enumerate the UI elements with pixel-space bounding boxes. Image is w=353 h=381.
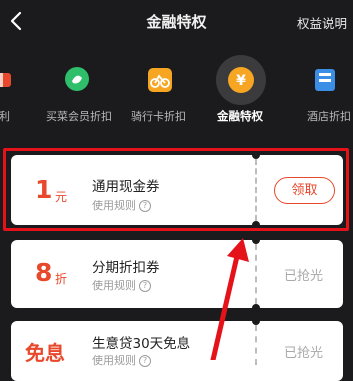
- coupon-card-loan: 免息 生意贷30天免息 使用规则? 已抢光: [11, 317, 343, 381]
- coupon-rule-label: 使用规则: [92, 354, 136, 367]
- coupon-notch-bottom: [252, 304, 260, 312]
- gift-icon: [0, 73, 11, 87]
- coupon-rule-label: 使用规则: [92, 279, 136, 292]
- coupon-notch-top: [252, 317, 260, 325]
- coupon-name: 分期折扣券: [92, 260, 160, 276]
- bicycle-icon: [148, 68, 172, 92]
- coupon-divider: [255, 244, 257, 304]
- coupon-amount: 免息: [25, 341, 65, 365]
- svg-text:¥: ¥: [236, 73, 246, 89]
- category-hotel-label: 酒店折扣: [307, 110, 351, 123]
- question-icon: ?: [139, 355, 151, 367]
- benefit-category-bar: 福利 买菜会员折扣 骑行卡折扣 ¥ 金融特权: [0, 52, 353, 132]
- header: 金融特权 权益说明: [0, 0, 353, 44]
- coupon-name: 生意贷30天免息: [92, 336, 191, 352]
- sold-out-status: 已抢光: [284, 269, 324, 284]
- coupon-unit: 折: [55, 272, 68, 286]
- category-welfare-label: 福利: [0, 110, 10, 123]
- coupon-divider: [255, 325, 257, 365]
- category-bike-label: 骑行卡折扣: [131, 110, 186, 123]
- category-finance-label: 金融特权: [217, 109, 263, 123]
- coupon-rule-link[interactable]: 使用规则?: [92, 277, 151, 293]
- highlight-box: [3, 148, 349, 231]
- vegetable-icon: [65, 67, 89, 91]
- coupon-card-installment: 8 折 分期折扣券 使用规则? 已抢光: [11, 236, 343, 312]
- coupon-notch-top: [252, 236, 260, 244]
- benefit-explanation-link[interactable]: 权益说明: [297, 13, 347, 32]
- coupon-rule-link[interactable]: 使用规则?: [92, 352, 151, 368]
- hotel-icon: [315, 69, 335, 91]
- coupon-amount: 8: [35, 258, 53, 287]
- question-icon: ?: [139, 280, 151, 292]
- category-grocery-label: 买菜会员折扣: [46, 110, 112, 123]
- sold-out-status: 已抢光: [284, 346, 324, 361]
- yen-coin-icon: ¥: [228, 67, 254, 93]
